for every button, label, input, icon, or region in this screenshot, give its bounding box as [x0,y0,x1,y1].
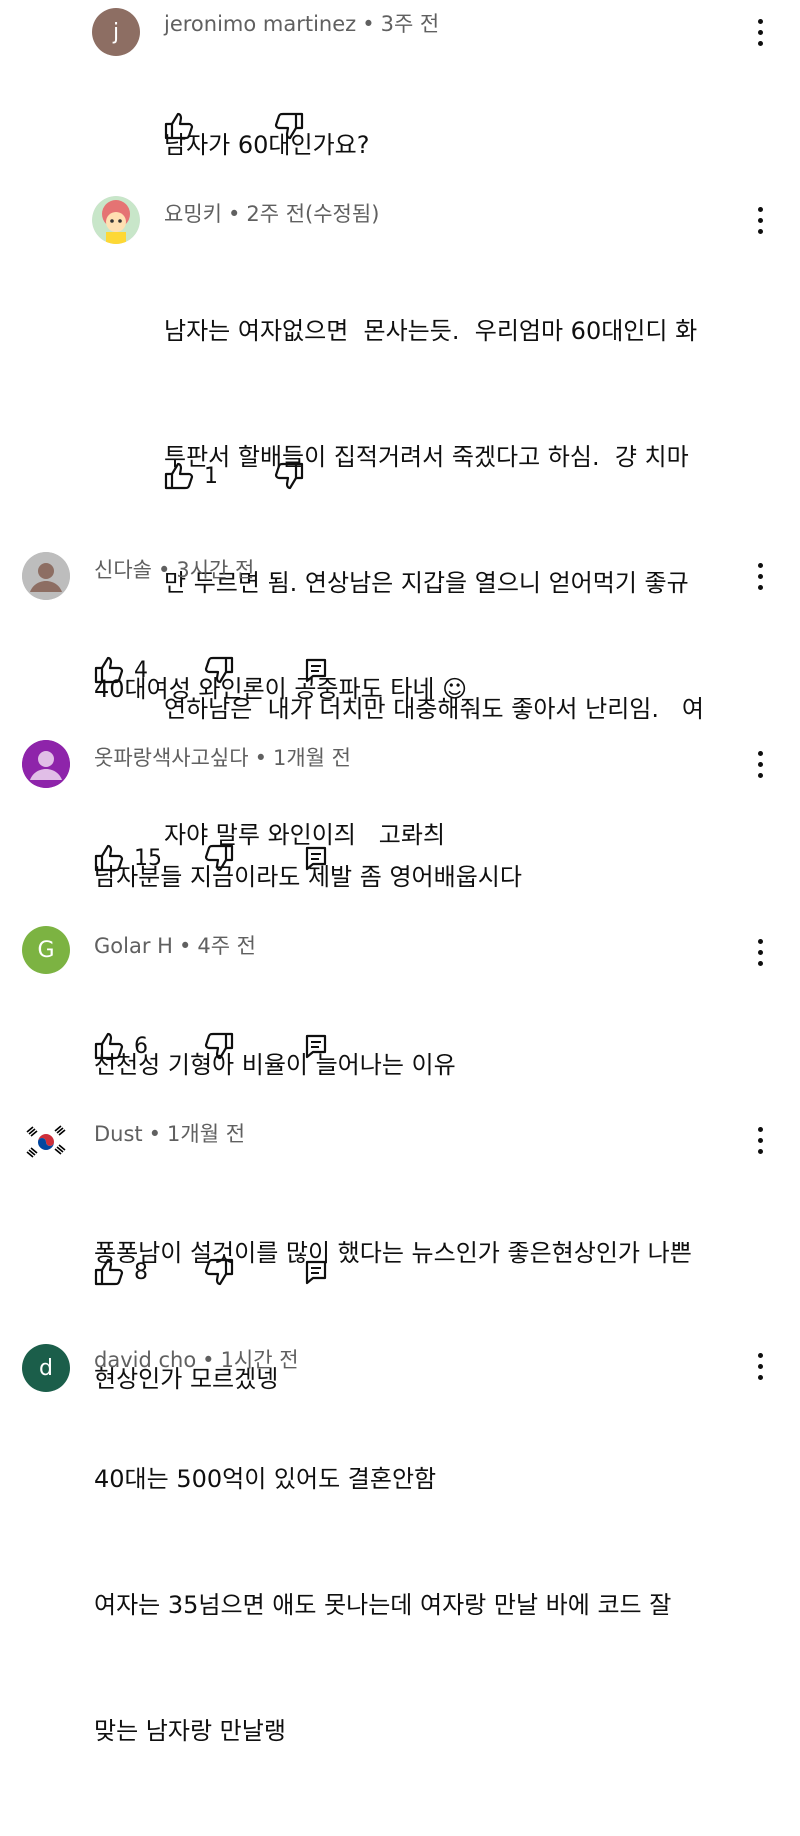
meta-separator: • [178,934,192,958]
comment-line: 선천성 기형아 비율이 늘어나는 이유 [94,1051,456,1079]
author-name[interactable]: 요밍키 [164,202,222,226]
comment-meta: Golar H • 4주 전 [94,930,256,960]
author-name[interactable]: 옷파랑색사고싶다 [94,746,249,770]
thumbs-down-icon [274,112,304,140]
reply-button[interactable] [304,650,328,690]
thumbs-up-icon [94,1258,124,1286]
thumbs-down-icon [204,844,234,872]
comment-text: 40대는 500억이 있어도 결혼안함 여자는 35넘으면 애도 못나는데 여자… [94,1374,774,1836]
timestamp[interactable]: 1개월 전 [273,746,351,770]
cartoon-avatar-icon [92,196,140,244]
reply-button[interactable] [304,1252,328,1292]
reply-icon [305,846,327,871]
reply-icon [305,1034,327,1059]
dislike-button[interactable] [204,650,234,690]
thumbs-up-icon [164,462,194,490]
timestamp[interactable]: 2주 전(수정됨) [246,202,379,226]
comment-line: 퐁퐁남이 설것이를 많이 했다는 뉴스인가 좋은현상인가 나쁜 [94,1239,692,1267]
comment-thread: Dust • 1개월 전 퐁퐁남이 설것이를 많이 했다는 뉴스인가 좋은현상인가 … [0,1112,800,1393]
thumbs-down-icon [204,1032,234,1060]
comment-meta: 요밍키 • 2주 전(수정됨) [164,198,379,228]
comment-thread: d david cho • 1시간 전 40대는 500억이 있어도 결혼안함 여자… [0,1340,800,1745]
comment-thread: 신다솔 • 3시간 전 40대여성 와인론이 공중파도 타네 ☺ 4 [0,548,800,718]
like-count: 6 [134,1033,148,1059]
author-name[interactable]: 신다솔 [94,558,152,582]
reply-comment: 요밍키 • 2주 전(수정됨) 남자는 여자없으면 몬사는듯. 우리엄마 60대인디… [0,190,800,849]
timestamp[interactable]: 3주 전 [381,12,440,36]
comment-line: 여자는 35넘으면 애도 못나는데 여자랑 만날 바에 코드 잘 [94,1591,672,1619]
thumbs-up-icon [94,844,124,872]
avatar[interactable] [22,1118,70,1166]
like-button[interactable]: 15 [94,838,162,878]
like-count: 8 [134,1259,148,1285]
avatar[interactable] [92,196,140,244]
comment-meta: jeronimo martinez • 3주 전 [164,8,439,38]
more-options-icon[interactable] [750,932,770,972]
comment-meta: 신다솔 • 3시간 전 [94,554,254,584]
like-count: 4 [134,657,148,683]
comment-meta: david cho • 1시간 전 [94,1344,299,1374]
author-name[interactable]: jeronimo martinez [164,12,356,36]
like-count: 15 [134,845,162,871]
comment-line: 남자가 60대인가요? [164,131,370,159]
meta-separator: • [362,12,375,36]
thumbs-down-icon [204,1258,234,1286]
comment-line: 40대는 500억이 있어도 결혼안함 [94,1465,437,1493]
timestamp[interactable]: 1개월 전 [167,1122,245,1146]
dislike-button[interactable] [274,456,304,496]
reply-comment: j jeronimo martinez • 3주 전 남자가 60대인가요? [0,0,800,170]
timestamp[interactable]: 3시간 전 [176,558,254,582]
like-button[interactable]: 8 [94,1252,148,1292]
meta-separator: • [202,1348,215,1372]
timestamp[interactable]: 4주 전 [197,934,256,958]
reply-button[interactable] [304,838,328,878]
like-count: 1 [204,463,218,489]
comment-meta: 옷파랑색사고싶다 • 1개월 전 [94,742,351,772]
thumbs-up-icon [94,656,124,684]
comment-line: 맞는 남자랑 만날랭 [94,1717,286,1745]
comment-thread: G Golar H • 4주 전 선천성 기형아 비율이 늘어나는 이유 6 [0,924,800,1094]
more-options-icon[interactable] [750,556,770,596]
meta-separator: • [254,746,267,770]
comment-line: 40대여성 와인론이 공중파도 타네 ☺ [94,675,468,703]
dislike-button[interactable] [204,1026,234,1066]
dislike-button[interactable] [204,1252,234,1292]
like-button[interactable]: 4 [94,650,148,690]
comment-meta: Dust • 1개월 전 [94,1118,245,1148]
comment-thread: 옷파랑색사고싶다 • 1개월 전 남자분들 지금이라도 제발 좀 영어배웁시다 15 [0,736,800,906]
meta-separator: • [148,1122,162,1146]
more-options-icon[interactable] [750,744,770,784]
avatar[interactable] [22,740,70,788]
dislike-button[interactable] [274,106,304,146]
like-button[interactable]: 1 [164,456,218,496]
comment-line: 남자분들 지금이라도 제발 좀 영어배웁시다 [94,863,522,891]
comment-line: 남자는 여자없으면 몬사는듯. 우리엄마 60대인디 화 [164,317,698,345]
like-button[interactable] [164,106,194,146]
default-user-icon [22,552,70,600]
reply-icon [305,658,327,683]
meta-separator: • [227,202,241,226]
author-name[interactable]: Golar H [94,934,173,958]
dislike-button[interactable] [204,838,234,878]
like-button[interactable]: 6 [94,1026,148,1066]
author-name[interactable]: david cho [94,1348,196,1372]
avatar[interactable]: d [22,1344,70,1392]
thumbs-up-icon [94,1032,124,1060]
avatar[interactable] [22,552,70,600]
avatar[interactable]: G [22,926,70,974]
meta-separator: • [157,558,171,582]
thumbs-down-icon [274,462,304,490]
reply-button[interactable] [304,1026,328,1066]
author-name[interactable]: Dust [94,1122,143,1146]
comment-line: 투판서 할배들이 집적거려서 죽겠다고 하심. 걍 치마 [164,443,689,471]
reply-icon [305,1260,327,1285]
thumbs-up-icon [164,112,194,140]
avatar[interactable]: j [92,8,140,56]
korean-flag-icon [22,1118,70,1166]
thumbs-down-icon [204,656,234,684]
timestamp[interactable]: 1시간 전 [221,1348,299,1372]
default-user-icon [22,740,70,788]
